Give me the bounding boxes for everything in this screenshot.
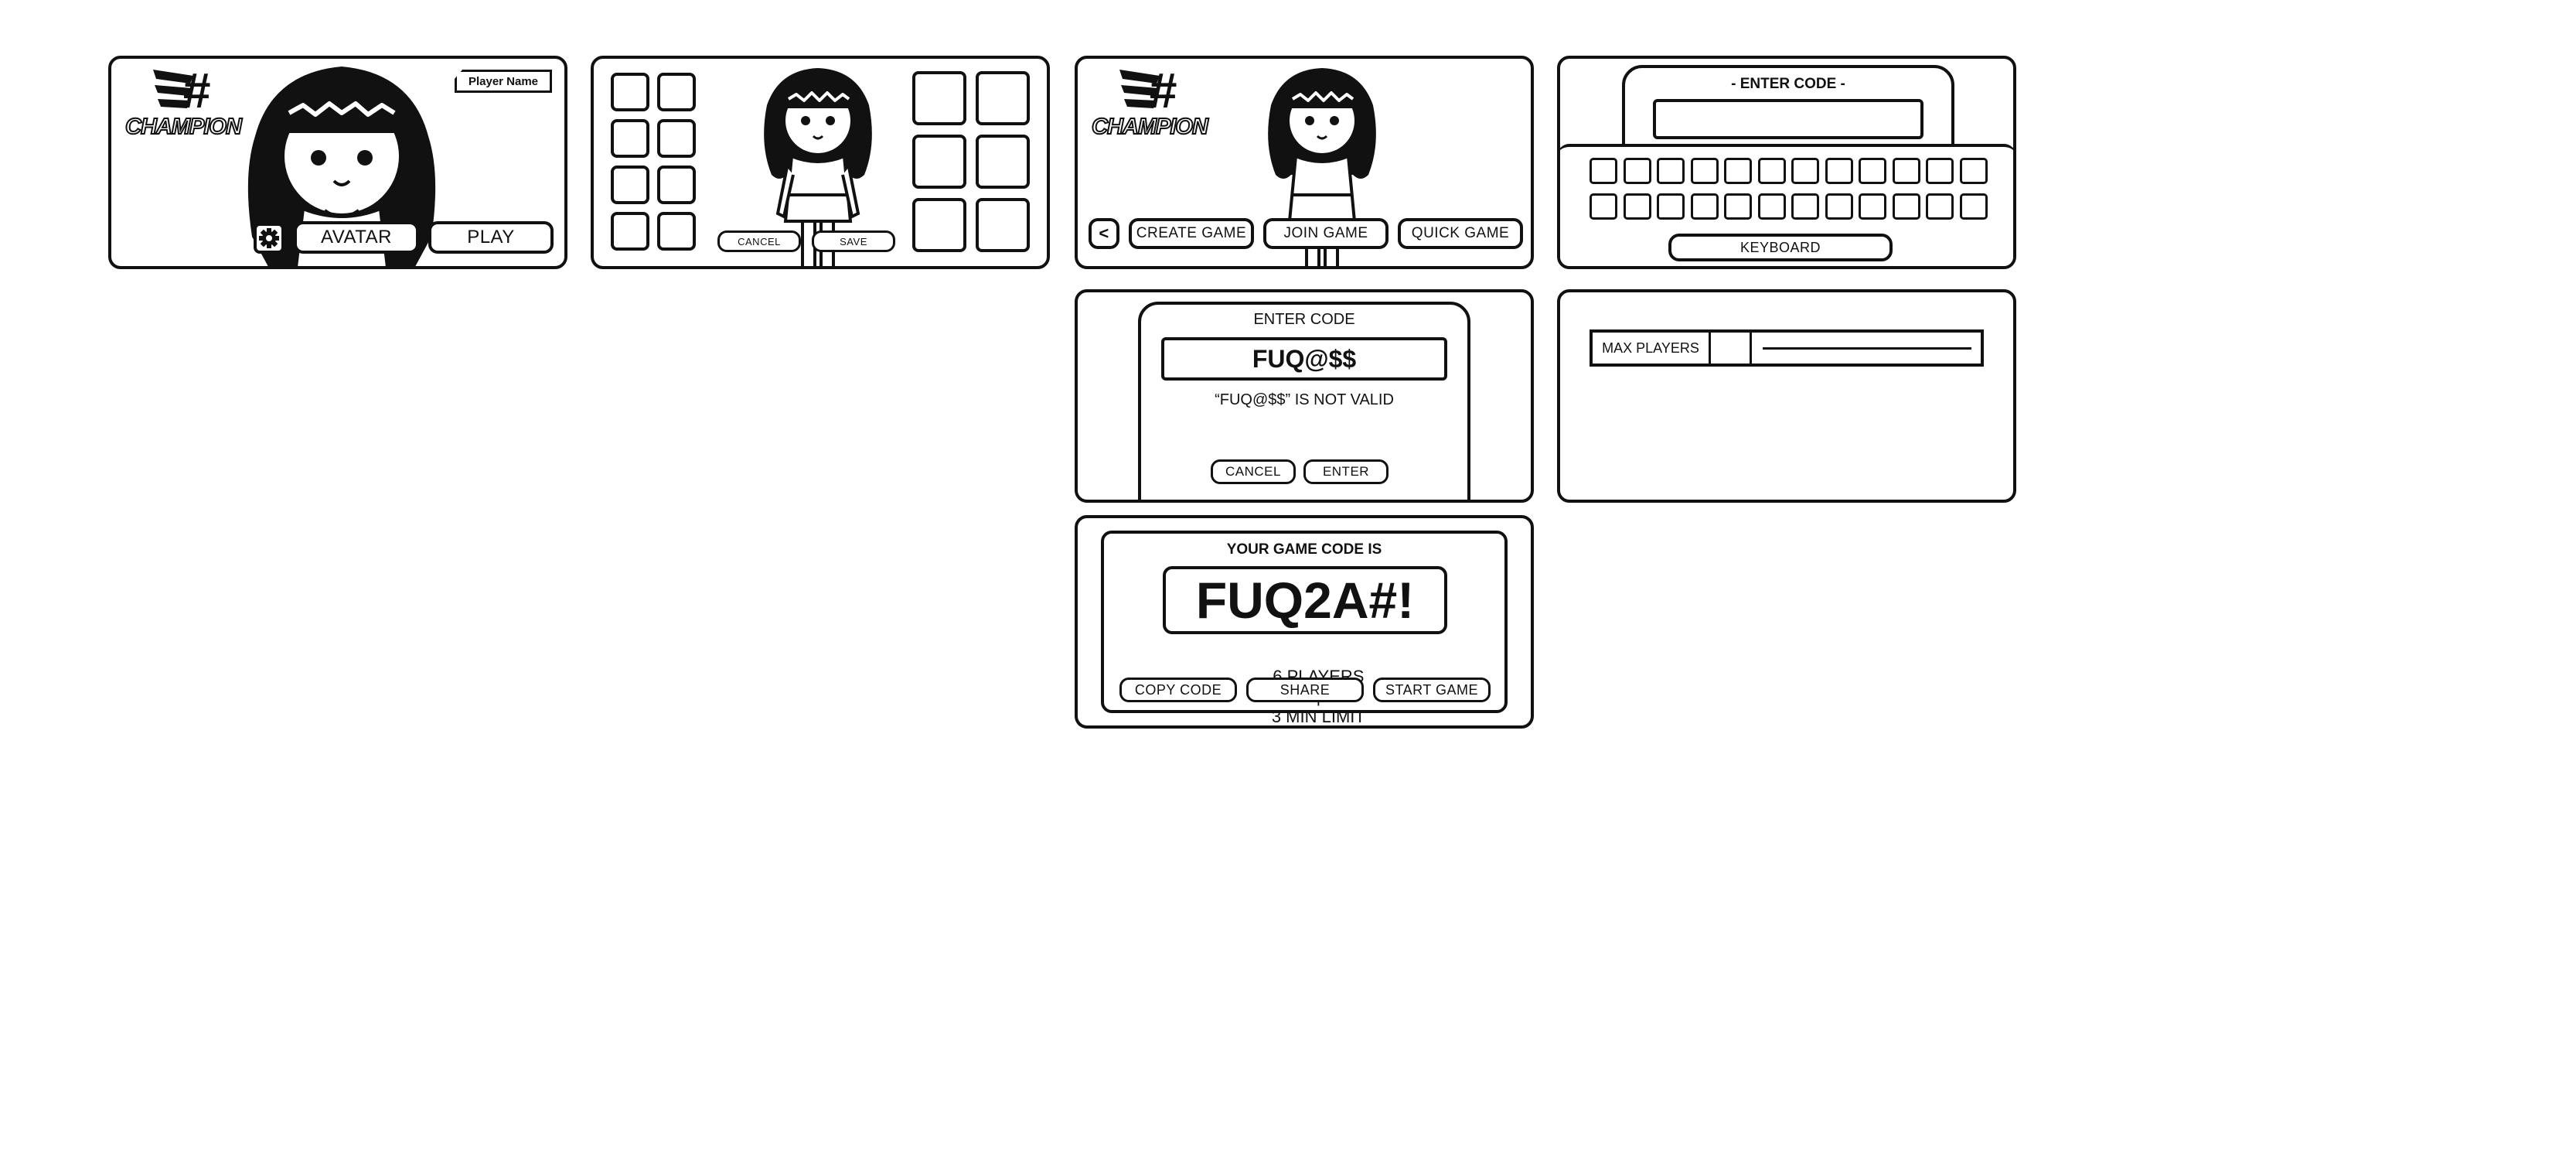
gear-icon bbox=[259, 228, 279, 248]
code-input[interactable] bbox=[1653, 99, 1923, 139]
option-tile[interactable] bbox=[611, 212, 649, 251]
logo-text: CHAMPION bbox=[124, 114, 243, 140]
keyboard-key[interactable] bbox=[1892, 193, 1920, 220]
option-tile[interactable] bbox=[912, 198, 966, 252]
play-menu-screen: # CHAMPION < CREATE GAME JOIN GAME QUICK… bbox=[1075, 56, 1534, 269]
keyboard-key[interactable] bbox=[1859, 193, 1886, 220]
cancel-button[interactable]: CANCEL bbox=[1211, 459, 1296, 484]
option-tile[interactable] bbox=[611, 119, 649, 158]
enter-code-title: ENTER CODE bbox=[1253, 311, 1355, 328]
keyboard-key[interactable] bbox=[1623, 158, 1651, 184]
champion-logo: # CHAMPION bbox=[122, 63, 243, 150]
logo-hash: # bbox=[1149, 63, 1177, 118]
keyboard-key[interactable] bbox=[1590, 193, 1617, 220]
keyboard-key[interactable] bbox=[1859, 158, 1886, 184]
code-dialog: ENTER CODE FUQ@$$ “FUQ@$$” IS NOT VALID … bbox=[1138, 302, 1470, 500]
keyboard-key[interactable] bbox=[1791, 193, 1819, 220]
option-tile[interactable] bbox=[657, 119, 696, 158]
game-code-heading: YOUR GAME CODE IS bbox=[1226, 541, 1382, 558]
invalid-code-screen: ENTER CODE FUQ@$$ “FUQ@$$” IS NOT VALID … bbox=[1075, 289, 1534, 503]
keyboard-key[interactable] bbox=[1690, 193, 1719, 220]
max-players-row: MAX PLAYERS bbox=[1590, 329, 1984, 367]
option-tile[interactable] bbox=[611, 166, 649, 204]
start-game-button[interactable]: START GAME bbox=[1373, 678, 1491, 702]
keyboard-key[interactable] bbox=[1623, 193, 1651, 220]
option-tile[interactable] bbox=[976, 71, 1030, 125]
keyboard-key[interactable] bbox=[1892, 158, 1920, 184]
max-players-slider[interactable] bbox=[1763, 347, 1971, 350]
keyboard-screen: - ENTER CODE - KEYBOARD bbox=[1557, 56, 2016, 269]
keyboard-key[interactable] bbox=[1724, 193, 1752, 220]
create-settings-screen: MAX PLAYERS bbox=[1557, 289, 2016, 503]
option-tile[interactable] bbox=[657, 166, 696, 204]
logo-text: CHAMPION bbox=[1091, 114, 1209, 140]
create-game-button[interactable]: CREATE GAME bbox=[1129, 218, 1254, 249]
join-game-button[interactable]: JOIN GAME bbox=[1263, 218, 1389, 249]
option-tile[interactable] bbox=[912, 71, 966, 125]
home-screen: # CHAMPION Player Name AVATAR PLAY bbox=[108, 56, 567, 269]
time-limit: 3 MIN LIMIT bbox=[1271, 707, 1365, 726]
save-button[interactable]: SAVE bbox=[812, 230, 895, 252]
keyboard-key[interactable] bbox=[1959, 193, 1988, 220]
option-tile[interactable] bbox=[976, 135, 1030, 189]
max-players-value[interactable] bbox=[1711, 333, 1752, 364]
keyboard-key[interactable] bbox=[1590, 158, 1617, 184]
option-tile[interactable] bbox=[657, 73, 696, 111]
keyboard-key[interactable] bbox=[1657, 158, 1685, 184]
keyboard-key[interactable] bbox=[1926, 158, 1954, 184]
quick-game-button[interactable]: QUICK GAME bbox=[1398, 218, 1523, 249]
share-button[interactable]: SHARE bbox=[1246, 678, 1364, 702]
game-code-card: YOUR GAME CODE IS FUQ2A#! 6 PLAYERS | 3 … bbox=[1101, 531, 1508, 725]
code-input[interactable]: FUQ@$$ bbox=[1161, 337, 1447, 381]
keyboard-key[interactable] bbox=[1926, 193, 1954, 220]
avatar-button[interactable]: AVATAR bbox=[294, 221, 419, 254]
option-tile[interactable] bbox=[976, 198, 1030, 252]
keyboard-key[interactable] bbox=[1825, 158, 1853, 184]
keyboard-key[interactable] bbox=[1757, 193, 1786, 220]
keyboard-key[interactable] bbox=[1825, 193, 1853, 220]
play-button[interactable]: PLAY bbox=[428, 221, 554, 254]
keyboard-key[interactable] bbox=[1657, 193, 1685, 220]
option-tile[interactable] bbox=[912, 135, 966, 189]
option-tile[interactable] bbox=[611, 73, 649, 111]
logo-hash: # bbox=[182, 63, 210, 118]
keyboard-key[interactable] bbox=[1791, 158, 1819, 184]
max-players-label: MAX PLAYERS bbox=[1593, 333, 1711, 364]
player-name-label: Player Name bbox=[468, 74, 539, 88]
back-button[interactable]: < bbox=[1089, 218, 1119, 249]
enter-button[interactable]: ENTER bbox=[1303, 459, 1389, 484]
player-name-tag[interactable]: Player Name bbox=[455, 70, 552, 93]
cancel-button[interactable]: CANCEL bbox=[717, 230, 801, 252]
keyboard-toggle-button[interactable]: KEYBOARD bbox=[1668, 234, 1893, 261]
keyboard-key[interactable] bbox=[1959, 158, 1988, 184]
game-code-screen: YOUR GAME CODE IS FUQ2A#! 6 PLAYERS | 3 … bbox=[1075, 515, 1534, 729]
game-code-value: FUQ2A#! bbox=[1163, 566, 1447, 634]
copy-code-button[interactable]: COPY CODE bbox=[1119, 678, 1237, 702]
settings-button[interactable] bbox=[254, 223, 285, 254]
keyboard-key[interactable] bbox=[1757, 158, 1786, 184]
option-tile[interactable] bbox=[657, 212, 696, 251]
champion-logo: # CHAMPION bbox=[1089, 63, 1209, 150]
enter-code-title: - ENTER CODE - bbox=[1731, 76, 1845, 92]
keyboard-area: KEYBOARD bbox=[1560, 144, 2013, 266]
keyboard-key[interactable] bbox=[1690, 158, 1719, 184]
error-message: “FUQ@$$” IS NOT VALID bbox=[1215, 391, 1394, 408]
keyboard-key[interactable] bbox=[1724, 158, 1752, 184]
avatar-editor-screen: CANCEL SAVE bbox=[591, 56, 1050, 269]
